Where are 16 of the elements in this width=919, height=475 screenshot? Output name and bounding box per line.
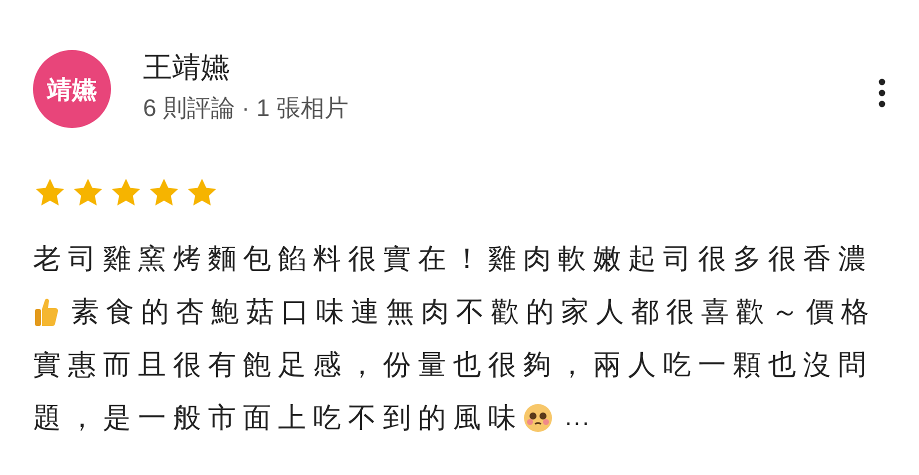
review-text: 素食的杏鮑菇口味連無肉不歡的家人都很喜歡～價格: [71, 294, 876, 328]
avatar: 靖嬿: [33, 50, 111, 128]
star-icon: [73, 178, 103, 207]
more-link[interactable]: ...: [565, 404, 592, 432]
thumbs-up-icon: [33, 296, 59, 326]
star-icon: [149, 178, 179, 207]
review-text: 老司雞窯烤麵包餡料很實在！雞肉軟嫩起司很多很香濃: [33, 242, 873, 276]
review-text: 實惠而且很有飽足感，份量也很夠，兩人吃一顆也沒問: [33, 348, 873, 382]
review-text: 題，是一般市面上吃不到的風味: [33, 400, 523, 434]
teary-face-icon: [523, 402, 553, 432]
more-options-icon[interactable]: [877, 78, 887, 108]
reviewer-name[interactable]: 王靖嬿: [143, 50, 877, 86]
star-icon: [187, 178, 217, 207]
star-icon: [35, 178, 65, 207]
review-count: 6 則評論 · 1 張相片: [143, 94, 350, 124]
star-icon: [111, 178, 141, 207]
